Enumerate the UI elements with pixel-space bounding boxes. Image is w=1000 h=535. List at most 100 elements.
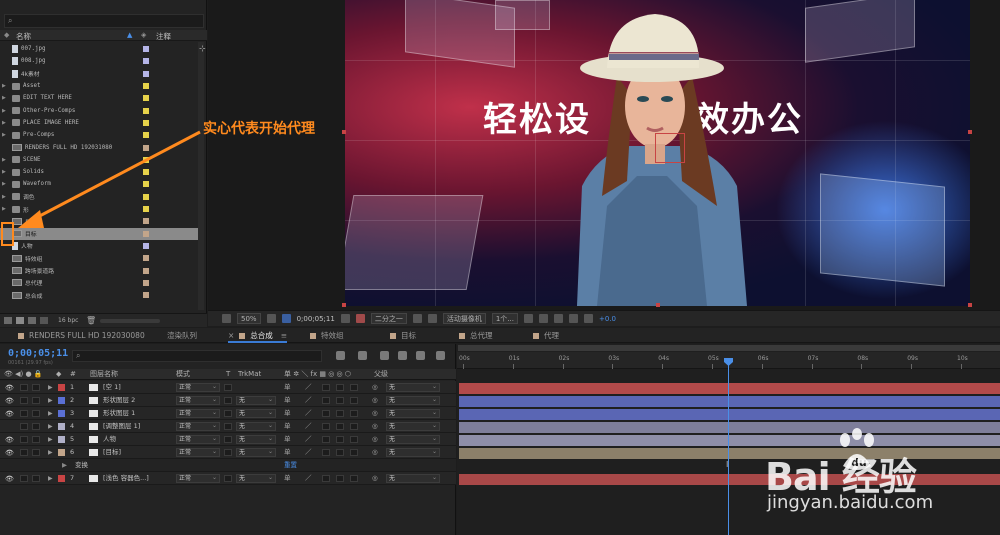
3d-layer-switch[interactable]	[350, 410, 358, 417]
name-column-header[interactable]: 名称	[16, 31, 31, 42]
project-item[interactable]: 特效组	[0, 252, 198, 264]
eye-icon[interactable]: 👁	[5, 410, 14, 418]
effect-switch[interactable]	[322, 475, 330, 482]
flowchart-icon[interactable]	[568, 314, 578, 323]
eye-icon[interactable]: 👁	[5, 449, 14, 457]
layer-duration-bar[interactable]	[459, 409, 1000, 420]
frame-blending-icon[interactable]	[398, 351, 407, 360]
timeline-timecode[interactable]: 0;00;05;11	[8, 348, 68, 359]
project-item[interactable]: 人物	[0, 240, 198, 252]
camera-dropdown[interactable]: 活动摄像机	[442, 313, 486, 324]
shy-switch[interactable]: 单	[284, 472, 291, 485]
mask-icon[interactable]	[281, 314, 291, 323]
shy-icon[interactable]	[380, 351, 389, 360]
motion-blur-switch[interactable]	[336, 410, 344, 417]
layer-row[interactable]: 👁▶3形状图层 1正常无单／◎无	[0, 407, 456, 420]
solo-switch[interactable]	[20, 410, 28, 417]
current-time-indicator[interactable]	[728, 359, 729, 535]
shy-switch[interactable]: 单	[284, 420, 291, 433]
project-item[interactable]: 007.jpg	[0, 43, 198, 55]
layer-row[interactable]: 👁▶5人物正常无单／◎无	[0, 433, 456, 446]
layer-name[interactable]: [浅色 容器色...]	[103, 472, 149, 485]
tab-proxy[interactable]: 代理	[533, 328, 559, 343]
solo-switch[interactable]	[20, 436, 28, 443]
pickwhip-icon[interactable]: ◎	[372, 446, 378, 459]
3d-layer-switch[interactable]	[350, 449, 358, 456]
parent-dropdown[interactable]: 无	[386, 383, 440, 392]
quality-switch[interactable]: ／	[305, 433, 312, 446]
bit-depth-button[interactable]: 16 bpc	[58, 317, 78, 324]
twirl-arrow-icon[interactable]: ▶	[48, 436, 53, 443]
project-item[interactable]: 4k素材	[0, 68, 198, 80]
layer-name[interactable]: 人物	[103, 433, 116, 446]
zoom-dropdown[interactable]: 50%	[237, 313, 261, 324]
comp-mini-flowchart-icon[interactable]	[336, 351, 345, 360]
preserve-transparency-switch[interactable]	[224, 384, 232, 391]
twirl-arrow-icon[interactable]: ▶	[48, 423, 53, 430]
layer-name[interactable]: 形状图层 2	[103, 394, 135, 407]
quality-switch[interactable]: ／	[305, 381, 312, 394]
label-color-swatch[interactable]	[143, 255, 149, 262]
tab-target[interactable]: 目标	[390, 328, 416, 343]
label-color-swatch[interactable]	[143, 267, 149, 274]
blend-mode-dropdown[interactable]: 正常	[176, 448, 220, 457]
3d-layer-switch[interactable]	[350, 436, 358, 443]
transparency-grid-icon[interactable]	[427, 314, 437, 323]
settings-icon[interactable]	[40, 317, 48, 324]
lock-switch[interactable]	[32, 436, 40, 443]
layer-name[interactable]: [调整图层 1]	[103, 420, 140, 433]
layer-name[interactable]: 形状图层 1	[103, 407, 135, 420]
tab-effects-group[interactable]: 特效组	[310, 328, 344, 343]
comment-column-header[interactable]: 注释	[156, 31, 171, 42]
label-color-swatch[interactable]	[143, 279, 149, 286]
fast-preview-icon[interactable]	[538, 314, 548, 323]
expand-arrow-icon[interactable]: ▶	[2, 95, 12, 101]
effect-switch[interactable]	[322, 423, 330, 430]
label-color-swatch[interactable]	[143, 107, 149, 114]
pickwhip-icon[interactable]: ◎	[372, 472, 378, 485]
project-search-input[interactable]: ⌕	[4, 14, 204, 28]
motion-blur-switch[interactable]	[336, 449, 344, 456]
region-icon[interactable]	[412, 314, 422, 323]
label-color-swatch[interactable]	[143, 58, 149, 65]
eye-icon[interactable]: 👁	[5, 475, 14, 483]
tab-main-comp[interactable]: × 总合成 ≡	[228, 328, 288, 343]
layer-row[interactable]: ▶4[调整图层 1]正常无单／◎无	[0, 420, 456, 433]
pickwhip-icon[interactable]: ◎	[372, 407, 378, 420]
lock-switch[interactable]	[32, 397, 40, 404]
transform-property-row[interactable]: ▶ 变换 重置	[0, 459, 456, 472]
layer-label-color[interactable]	[58, 384, 65, 391]
layer-name[interactable]: [目标]	[103, 446, 121, 459]
parent-dropdown[interactable]: 无	[386, 448, 440, 457]
motion-blur-switch[interactable]	[336, 475, 344, 482]
project-item[interactable]: 008.jpg	[0, 55, 198, 67]
views-dropdown[interactable]: 1个...	[491, 313, 518, 324]
twirl-arrow-icon[interactable]: ▶	[62, 459, 67, 472]
blend-mode-dropdown[interactable]: 正常	[176, 435, 220, 444]
exposure-value[interactable]: +0.0	[599, 315, 616, 323]
graph-editor-icon[interactable]	[436, 351, 445, 360]
blend-mode-dropdown[interactable]: 正常	[176, 383, 220, 392]
solo-switch[interactable]	[20, 449, 28, 456]
twirl-arrow-icon[interactable]: ▶	[48, 410, 53, 417]
label-color-swatch[interactable]	[143, 46, 149, 53]
lock-switch[interactable]	[32, 449, 40, 456]
effect-switch[interactable]	[322, 397, 330, 404]
layer-label-color[interactable]	[58, 475, 65, 482]
trkmat-column-header[interactable]: TrkMat	[238, 369, 261, 380]
parent-dropdown[interactable]: 无	[386, 396, 440, 405]
layer-label-color[interactable]	[58, 410, 65, 417]
quality-switch[interactable]: ／	[305, 394, 312, 407]
preserve-transparency-switch[interactable]	[224, 397, 232, 404]
3d-layer-switch[interactable]	[350, 384, 358, 391]
shy-switch[interactable]: 单	[284, 446, 291, 459]
motion-blur-switch[interactable]	[336, 397, 344, 404]
motion-blur-switch[interactable]	[336, 436, 344, 443]
quality-switch[interactable]: ／	[305, 446, 312, 459]
menu-icon[interactable]: ≡	[281, 331, 287, 340]
layer-handle[interactable]	[968, 303, 972, 307]
quality-switch[interactable]: ／	[305, 420, 312, 433]
tab-render-queue[interactable]: 渲染队列	[167, 328, 197, 343]
pickwhip-icon[interactable]: ◎	[372, 381, 378, 394]
trkmat-dropdown[interactable]: 无	[236, 396, 276, 405]
